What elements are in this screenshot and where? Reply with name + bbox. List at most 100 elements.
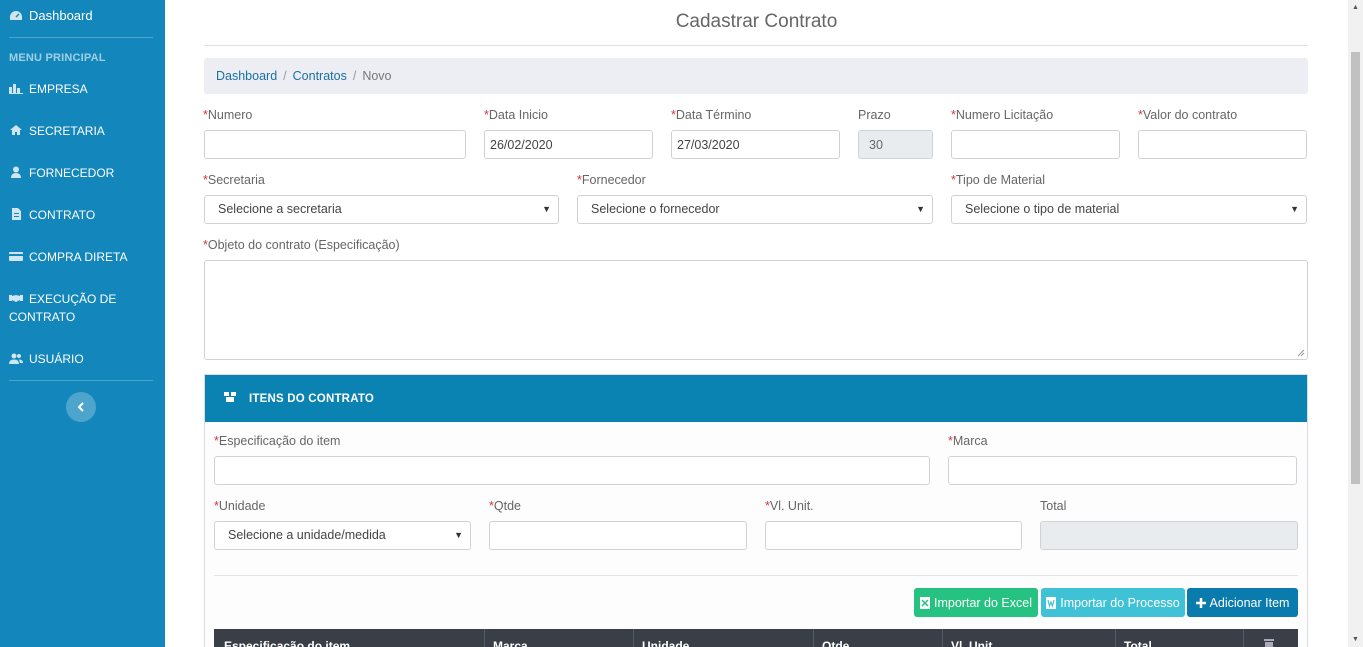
numero-licitacao-input[interactable]	[951, 130, 1120, 159]
objeto-label-text: Objeto do contrato (Especificação)	[207, 238, 400, 252]
objeto-textarea[interactable]	[204, 260, 1308, 360]
breadcrumb: Dashboard / Contratos / Novo	[204, 58, 1308, 94]
home-icon	[9, 124, 23, 136]
sidebar-divider	[9, 380, 153, 381]
adicionar-item-button[interactable]: Adicionar Item	[1187, 588, 1298, 617]
sidebar: Dashboard MENU PRINCIPAL EMPRESA SECRETA…	[0, 0, 165, 647]
caret-down-icon: ▼	[916, 204, 925, 214]
itens-panel: ITENS DO CONTRATO *Especificação do item…	[204, 374, 1308, 647]
sidebar-item-compra-direta[interactable]: COMPRA DIRETA	[9, 248, 159, 266]
sidebar-item-label: SECRETARIA	[29, 124, 105, 138]
unidade-select[interactable]: Selecione a unidade/medida ▼	[214, 521, 471, 550]
importar-excel-button[interactable]: Importar do Excel	[914, 588, 1038, 617]
itens-divider	[214, 575, 1298, 576]
sidebar-item-label: COMPRA DIRETA	[29, 250, 128, 264]
data-inicio-input[interactable]	[484, 130, 653, 159]
secretaria-select-value: Selecione a secretaria	[218, 202, 342, 216]
numero-label-text: Numero	[207, 108, 253, 122]
secretaria-select[interactable]: Selecione a secretaria ▼	[204, 195, 559, 224]
sidebar-item-execucao-contrato[interactable]: EXECUÇÃO DE CONTRATO	[9, 290, 159, 326]
tipo-material-label: *Tipo de Material	[951, 173, 1045, 187]
breadcrumb-separator: /	[352, 69, 357, 83]
data-inicio-label-text: Data Inicio	[488, 108, 548, 122]
especificacao-label-text: Especificação do item	[218, 434, 341, 448]
scroll-down-arrow-icon[interactable]: ▼	[1348, 632, 1363, 647]
sidebar-collapse-button[interactable]	[66, 392, 96, 422]
tipo-material-label-text: Tipo de Material	[955, 173, 1046, 187]
vl-unit-input[interactable]	[765, 521, 1022, 550]
breadcrumb-contratos-link[interactable]: Contratos	[293, 69, 347, 83]
trash-icon	[1264, 638, 1274, 647]
cubes-icon	[223, 391, 237, 406]
tipo-material-select[interactable]: Selecione o tipo de material ▼	[951, 195, 1307, 224]
fornecedor-label: *Fornecedor	[577, 173, 646, 187]
qtde-input[interactable]	[489, 521, 747, 550]
breadcrumb-dashboard-link[interactable]: Dashboard	[216, 69, 277, 83]
sidebar-menu-header: MENU PRINCIPAL	[9, 52, 106, 64]
column-header-qtde: Qtde	[822, 639, 850, 647]
column-header-unidade: Unidade	[642, 639, 690, 647]
main-content: Cadastrar Contrato Dashboard / Contratos…	[165, 0, 1348, 647]
column-divider	[1243, 629, 1244, 647]
excel-file-icon	[920, 596, 931, 609]
sidebar-dashboard-link[interactable]: Dashboard	[9, 8, 93, 23]
sidebar-item-empresa[interactable]: EMPRESA	[9, 80, 159, 98]
sidebar-item-label: EXECUÇÃO DE CONTRATO	[9, 292, 117, 324]
numero-licitacao-label-text: Numero Licitação	[955, 108, 1054, 122]
fornecedor-label-text: Fornecedor	[581, 173, 646, 187]
secretaria-label: *Secretaria	[203, 173, 265, 187]
column-header-especificacao: Especificação do item	[224, 639, 351, 647]
resize-grip-icon[interactable]	[1297, 349, 1305, 357]
sidebar-dashboard-label: Dashboard	[29, 8, 93, 23]
marca-input[interactable]	[948, 456, 1297, 485]
tipo-material-select-value: Selecione o tipo de material	[965, 202, 1120, 216]
caret-down-icon: ▼	[542, 204, 551, 214]
data-inicio-label: *Data Inicio	[484, 108, 548, 122]
data-termino-label: *Data Término	[671, 108, 751, 122]
column-divider	[484, 629, 485, 647]
sidebar-item-fornecedor[interactable]: FORNECEDOR	[9, 164, 159, 182]
column-divider	[942, 629, 943, 647]
numero-input[interactable]	[204, 130, 466, 159]
valor-contrato-label: *Valor do contrato	[1138, 108, 1237, 122]
caret-down-icon: ▼	[1290, 204, 1299, 214]
importar-processo-button[interactable]: Importar do Processo	[1041, 588, 1185, 617]
qtde-label-text: Qtde	[493, 499, 521, 513]
prazo-label: Prazo	[858, 108, 891, 122]
fornecedor-select[interactable]: Selecione o fornecedor ▼	[577, 195, 933, 224]
itens-table-header: Especificação do item Marca Unidade Qtde…	[214, 629, 1298, 647]
scrollbar-thumb[interactable]	[1351, 52, 1360, 484]
page-scrollbar[interactable]: ▲ ▼	[1348, 0, 1363, 647]
sidebar-divider	[9, 37, 153, 38]
especificacao-input[interactable]	[214, 456, 930, 485]
column-header-vl-unit: Vl. Unit.	[951, 639, 996, 647]
numero-label: *Numero	[203, 108, 252, 122]
word-file-icon	[1046, 596, 1057, 609]
unidade-label: *Unidade	[214, 499, 265, 513]
column-header-total: Total	[1124, 639, 1152, 647]
marca-label-text: Marca	[952, 434, 988, 448]
unidade-label-text: Unidade	[218, 499, 266, 513]
prazo-input	[858, 130, 933, 159]
numero-licitacao-label: *Numero Licitação	[951, 108, 1053, 122]
breadcrumb-current: Novo	[362, 69, 392, 83]
chevron-left-icon	[77, 402, 84, 412]
data-termino-input[interactable]	[671, 130, 840, 159]
vl-unit-label: *Vl. Unit.	[765, 499, 814, 513]
sidebar-item-contrato[interactable]: CONTRATO	[9, 206, 159, 224]
total-label: Total	[1040, 499, 1067, 513]
user-icon	[9, 166, 23, 178]
sidebar-item-label: EMPRESA	[29, 82, 88, 96]
bar-chart-icon	[9, 82, 23, 94]
sidebar-item-secretaria[interactable]: SECRETARIA	[9, 122, 159, 140]
valor-contrato-label-text: Valor do contrato	[1142, 108, 1238, 122]
sidebar-item-usuario[interactable]: USUÁRIO	[9, 350, 159, 368]
sidebar-item-label: CONTRATO	[29, 208, 96, 222]
scroll-up-arrow-icon[interactable]: ▲	[1348, 0, 1363, 15]
column-divider	[633, 629, 634, 647]
total-input	[1040, 521, 1298, 550]
column-header-marca: Marca	[493, 639, 528, 647]
itens-panel-title: ITENS DO CONTRATO	[249, 392, 375, 405]
users-icon	[9, 352, 23, 364]
valor-contrato-input[interactable]	[1138, 130, 1307, 159]
